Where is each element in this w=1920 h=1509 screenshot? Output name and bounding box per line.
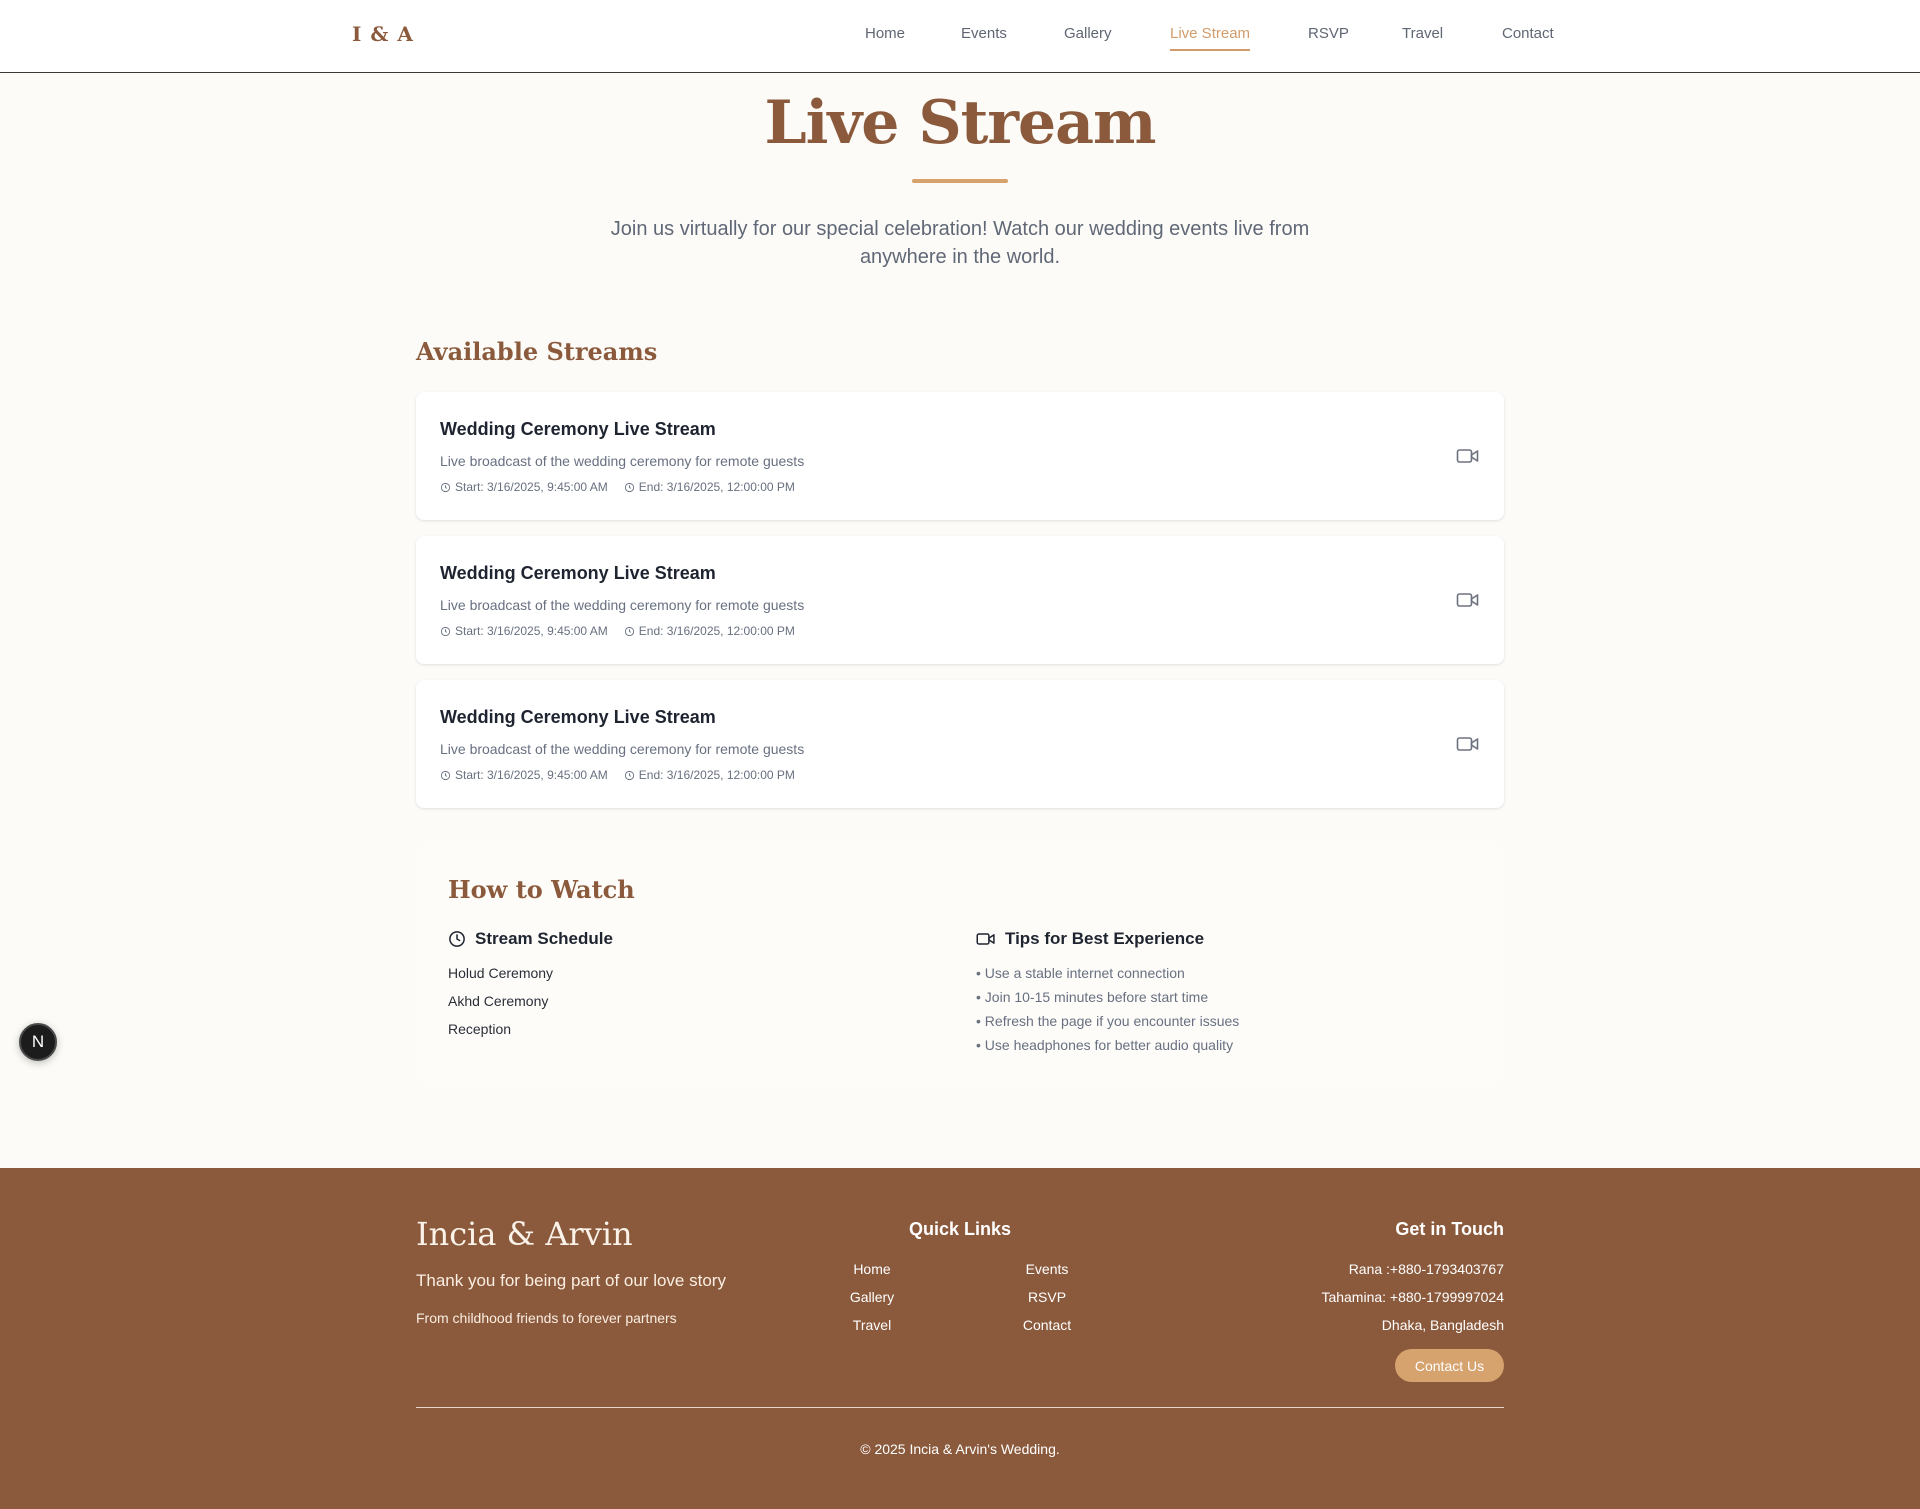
stream-description: Live broadcast of the wedding ceremony f… — [440, 597, 805, 613]
stream-description: Live broadcast of the wedding ceremony f… — [440, 741, 805, 757]
footer-link-home[interactable]: Home — [812, 1261, 932, 1277]
available-streams-heading: Available Streams — [416, 337, 658, 366]
schedule-item: Akhd Ceremony — [448, 993, 549, 1009]
contact-phone-tahamina: Tahamina: +880-1799997024 — [1321, 1289, 1504, 1305]
stream-card[interactable]: Wedding Ceremony Live Stream Live broadc… — [416, 536, 1504, 664]
stream-end: End: 3/16/2025, 12:00:00 PM — [624, 480, 795, 494]
contact-phone-rana: Rana :+880-1793403767 — [1348, 1261, 1504, 1277]
schedule-item: Holud Ceremony — [448, 965, 554, 981]
stream-start-text: Start: 3/16/2025, 9:45:00 AM — [455, 480, 608, 494]
stream-title: Wedding Ceremony Live Stream — [440, 563, 716, 583]
contact-location: Dhaka, Bangladesh — [1381, 1317, 1504, 1333]
footer-couple-names: Incia & Arvin — [416, 1215, 633, 1253]
contact-us-button[interactable]: Contact Us — [1395, 1349, 1504, 1382]
nav-link-events[interactable]: Events — [961, 25, 1007, 49]
footer-link-gallery[interactable]: Gallery — [812, 1289, 932, 1305]
footer-link-travel[interactable]: Travel — [812, 1317, 932, 1333]
tips-heading: Tips for Best Experience — [976, 929, 1204, 949]
schedule-item: Reception — [448, 1021, 512, 1037]
stream-start-text: Start: 3/16/2025, 9:45:00 AM — [455, 768, 608, 782]
footer-tagline: From childhood friends to forever partne… — [416, 1310, 677, 1326]
stream-start: Start: 3/16/2025, 9:45:00 AM — [440, 624, 608, 638]
clock-icon — [440, 770, 451, 780]
footer-link-events[interactable]: Events — [987, 1261, 1107, 1277]
footer-thanks: Thank you for being part of our love sto… — [416, 1271, 726, 1290]
stream-times: Start: 3/16/2025, 9:45:00 AM End: 3/16/2… — [440, 768, 811, 782]
footer-divider — [416, 1407, 1504, 1408]
stream-end: End: 3/16/2025, 12:00:00 PM — [624, 624, 795, 638]
clock-icon — [440, 482, 451, 492]
nav-link-travel[interactable]: Travel — [1402, 25, 1443, 49]
stream-card[interactable]: Wedding Ceremony Live Stream Live broadc… — [416, 392, 1504, 520]
quick-links-title: Quick Links — [908, 1219, 1012, 1239]
stream-end-text: End: 3/16/2025, 12:00:00 PM — [638, 768, 795, 782]
stream-title: Wedding Ceremony Live Stream — [440, 707, 716, 727]
nav-link-live-stream[interactable]: Live Stream — [1170, 25, 1251, 51]
footer-link-contact[interactable]: Contact — [987, 1317, 1107, 1333]
page-title: Live Stream — [764, 88, 1156, 158]
tip-item: • Refresh the page if you encounter issu… — [976, 1013, 1240, 1029]
nav-link-rsvp[interactable]: RSVP — [1308, 25, 1349, 49]
stream-start-text: Start: 3/16/2025, 9:45:00 AM — [455, 624, 608, 638]
stream-title: Wedding Ceremony Live Stream — [440, 419, 716, 439]
clock-icon — [449, 931, 465, 947]
video-camera-icon[interactable] — [1456, 446, 1480, 466]
nav-links: Home Events Gallery Live Stream RSVP Tra… — [0, 25, 1920, 55]
tip-item: • Use a stable internet connection — [976, 965, 1185, 981]
footer-copyright: © 2025 Incia & Arvin's Wedding. — [860, 1441, 1060, 1457]
title-underline — [912, 179, 1008, 183]
stream-times: Start: 3/16/2025, 9:45:00 AM End: 3/16/2… — [440, 624, 811, 638]
nav-link-contact[interactable]: Contact — [1502, 25, 1554, 49]
tip-item: • Join 10-15 minutes before start time — [976, 989, 1209, 1005]
nav-link-home[interactable]: Home — [865, 25, 905, 49]
stream-times: Start: 3/16/2025, 9:45:00 AM End: 3/16/2… — [440, 480, 811, 494]
stream-start: Start: 3/16/2025, 9:45:00 AM — [440, 768, 608, 782]
video-camera-icon — [976, 933, 995, 945]
stream-description: Live broadcast of the wedding ceremony f… — [440, 453, 805, 469]
clock-icon — [624, 482, 634, 492]
stream-schedule-title: Stream Schedule — [475, 929, 613, 948]
clock-icon — [624, 626, 634, 636]
stream-card[interactable]: Wedding Ceremony Live Stream Live broadc… — [416, 680, 1504, 808]
video-camera-icon[interactable] — [1456, 590, 1480, 610]
stream-schedule-heading: Stream Schedule — [448, 929, 613, 949]
stream-end-text: End: 3/16/2025, 12:00:00 PM — [638, 624, 795, 638]
floating-n-badge[interactable]: N — [19, 1023, 57, 1061]
stream-end: End: 3/16/2025, 12:00:00 PM — [624, 768, 795, 782]
top-nav: I & A Home Events Gallery Live Stream RS… — [0, 0, 1920, 73]
how-to-watch-heading: How to Watch — [448, 875, 635, 904]
stream-start: Start: 3/16/2025, 9:45:00 AM — [440, 480, 608, 494]
clock-icon — [624, 770, 634, 780]
how-to-watch-panel: How to Watch Stream Schedule Holud Cerem… — [416, 840, 1504, 1088]
video-camera-icon[interactable] — [1456, 734, 1480, 754]
footer-link-rsvp[interactable]: RSVP — [987, 1289, 1107, 1305]
clock-icon — [440, 626, 451, 636]
stream-end-text: End: 3/16/2025, 12:00:00 PM — [638, 480, 795, 494]
nav-link-gallery[interactable]: Gallery — [1064, 25, 1112, 49]
tips-title: Tips for Best Experience — [1005, 929, 1205, 948]
site-footer: Incia & Arvin Thank you for being part o… — [0, 1168, 1920, 1509]
get-in-touch-title: Get in Touch — [1395, 1219, 1504, 1239]
tip-item: • Use headphones for better audio qualit… — [976, 1037, 1234, 1053]
page-subtitle: Join us virtually for our special celebr… — [610, 218, 1310, 268]
